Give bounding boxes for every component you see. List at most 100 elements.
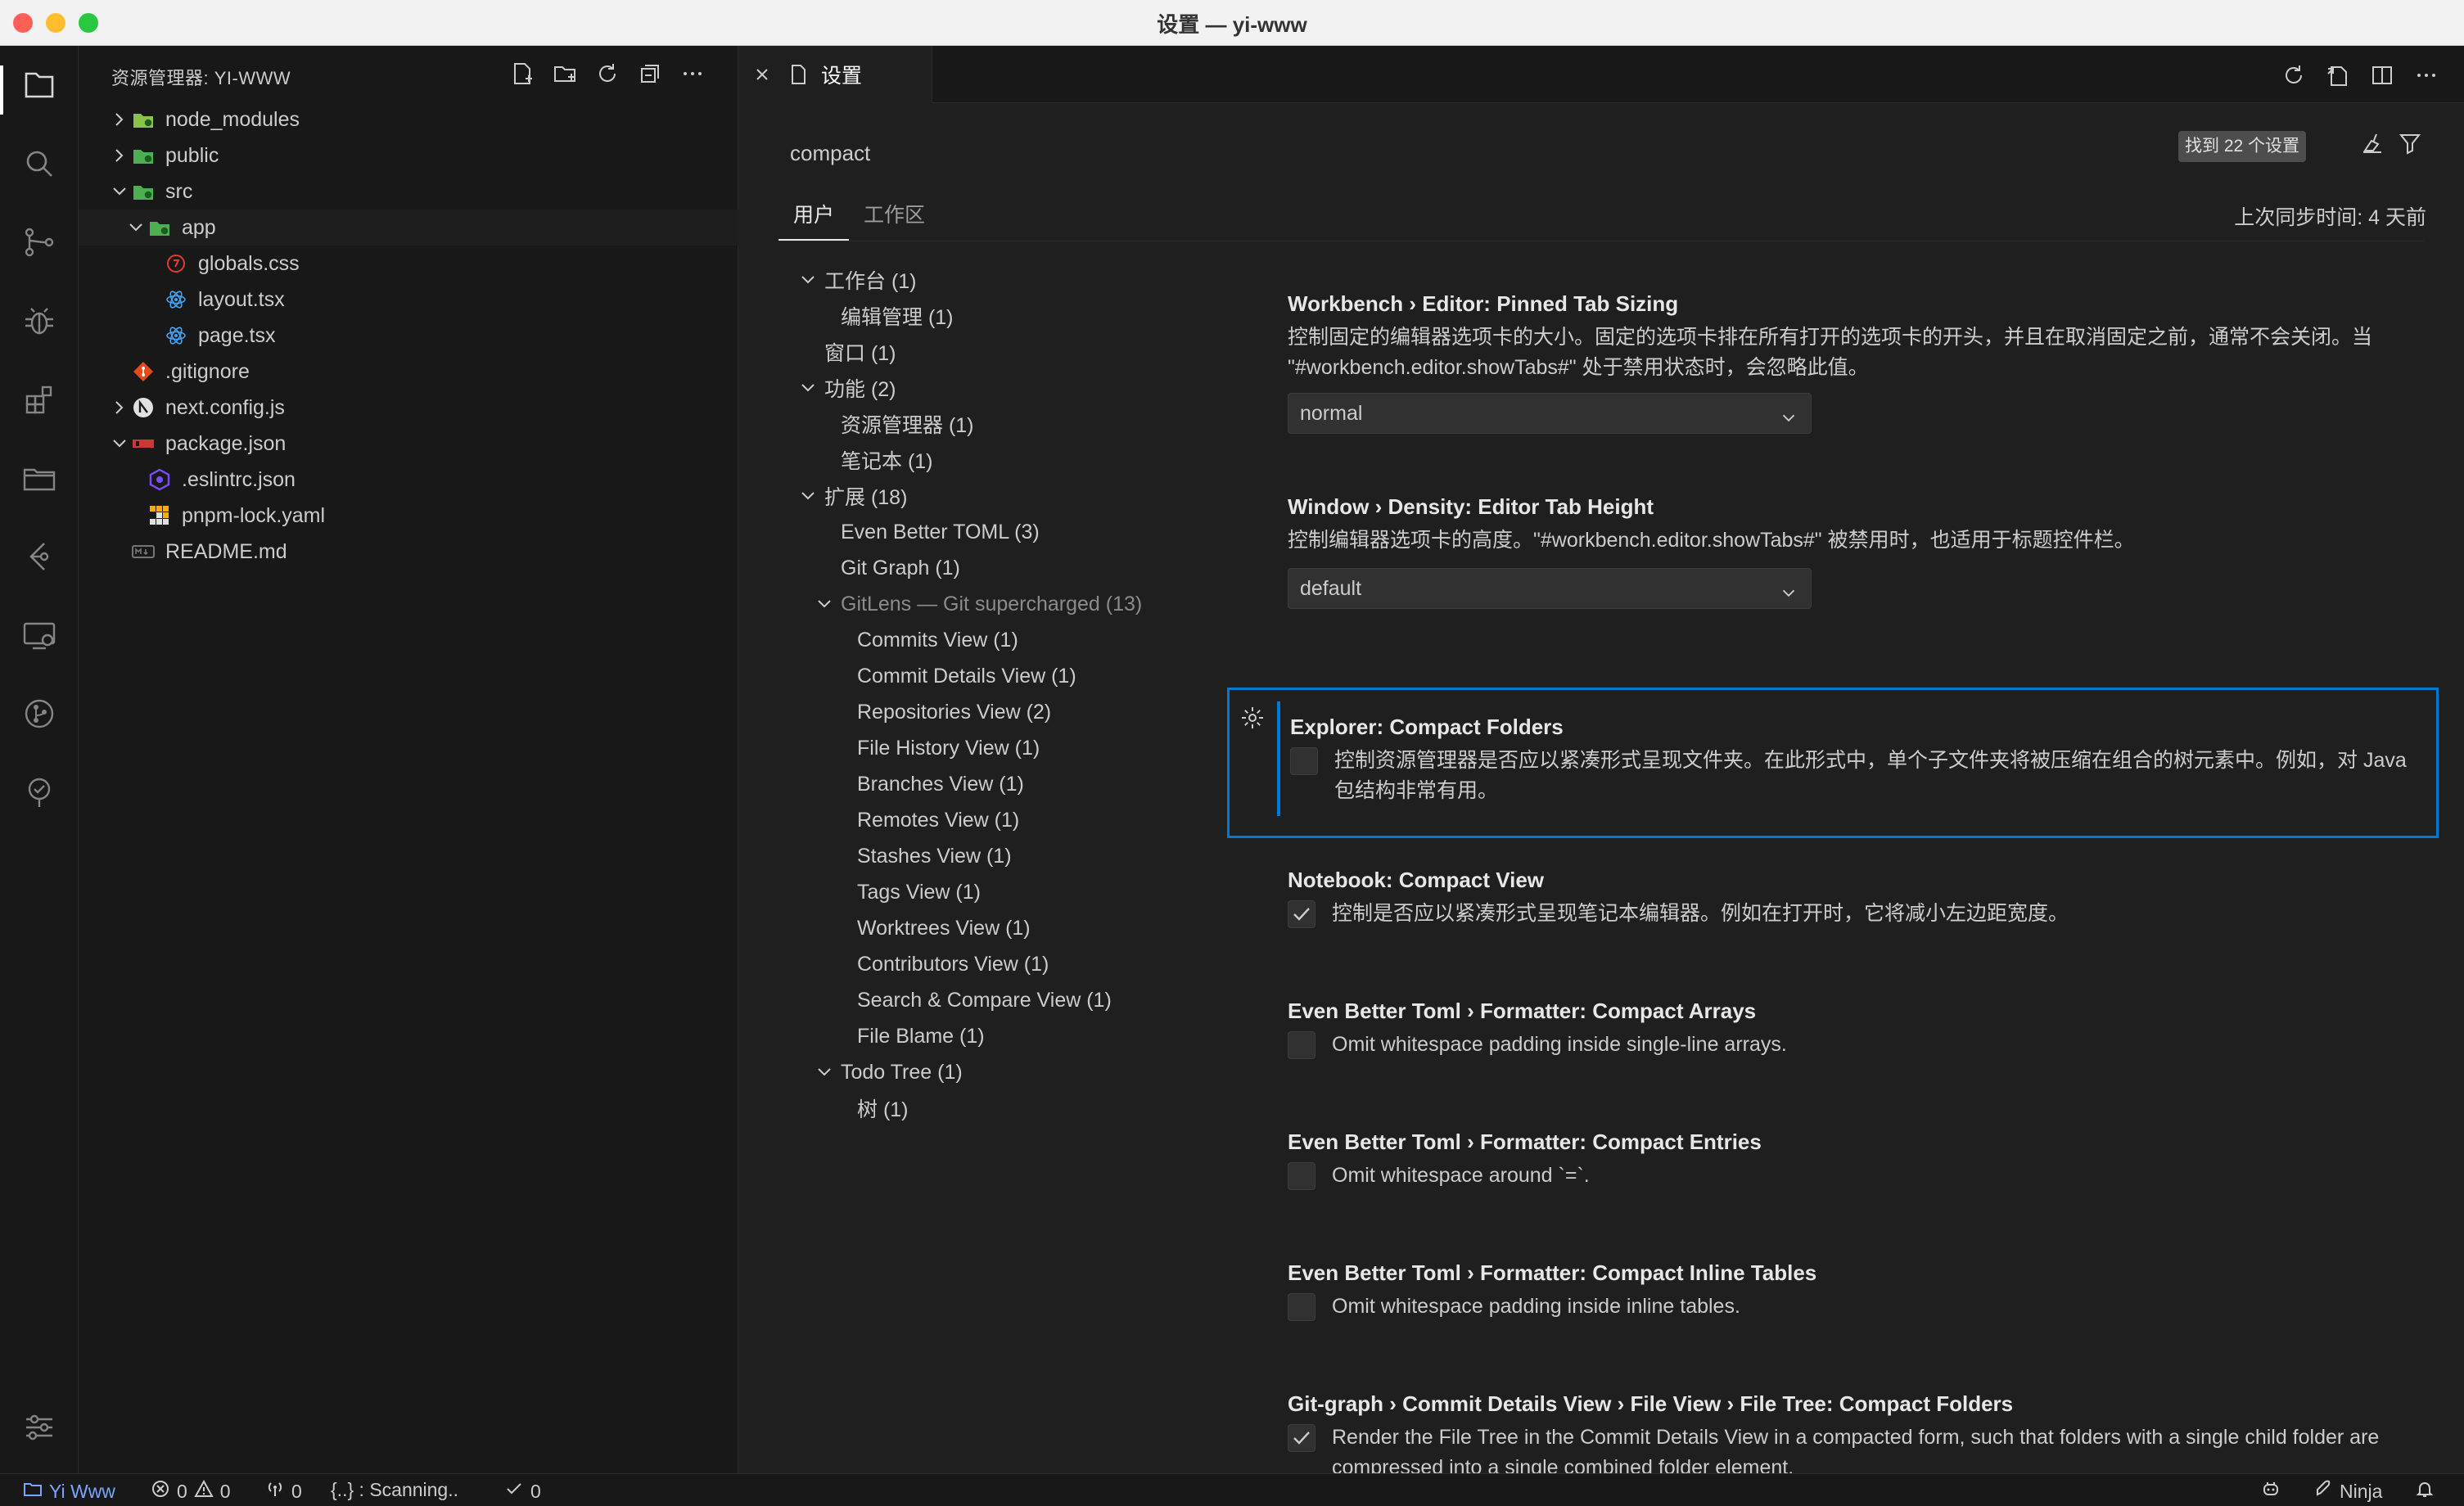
chevron-down-icon[interactable] (813, 1061, 836, 1084)
collapse-all-icon[interactable] (637, 61, 663, 87)
setting-dropdown[interactable]: normal (1288, 393, 1812, 434)
ports-status[interactable]: 0 (265, 1479, 302, 1504)
checks-status[interactable]: 0 (504, 1479, 541, 1504)
toc-item[interactable]: GitLens — Git supercharged (13) (739, 586, 1214, 622)
toc-item[interactable]: Commit Details View (1) (739, 658, 1214, 694)
toc-item[interactable]: 笔记本 (1) (739, 442, 1214, 478)
toc-item[interactable]: Remotes View (1) (739, 802, 1214, 838)
tree-item[interactable]: src (79, 174, 738, 210)
scanning-status[interactable]: {..} : Scanning.. (331, 1479, 458, 1501)
tab-user[interactable]: 用户 (778, 190, 850, 241)
manage-icon[interactable] (20, 1408, 59, 1447)
more-actions-icon[interactable] (2413, 62, 2439, 88)
tree-item[interactable]: .eslintrc.json (79, 462, 738, 498)
extensions-icon[interactable] (20, 380, 59, 419)
tree-item[interactable]: public (79, 138, 738, 174)
toc-item-label: Stashes View (1) (857, 844, 1012, 868)
gitlens-icon[interactable] (20, 537, 59, 576)
setting-checkbox[interactable] (1288, 1031, 1315, 1059)
open-settings-json-icon[interactable] (2325, 62, 2351, 88)
tree-item[interactable]: layout.tsx (79, 282, 738, 318)
tree-item[interactable]: package.json (79, 426, 738, 462)
chevron-down-icon[interactable] (124, 216, 147, 239)
chevron-right-icon[interactable] (108, 396, 131, 419)
file-icon (787, 63, 810, 86)
chevron-right-icon[interactable] (108, 108, 131, 131)
tab-settings[interactable]: 设置 (739, 46, 932, 103)
gear-icon[interactable] (1239, 705, 1266, 731)
toc-item[interactable]: 树 (1) (739, 1090, 1214, 1126)
tree-item[interactable]: page.tsx (79, 318, 738, 354)
chevron-down-icon[interactable] (797, 376, 819, 399)
toc-item[interactable]: Worktrees View (1) (739, 910, 1214, 946)
remote-status[interactable]: Yi Www (23, 1479, 115, 1504)
tree-item[interactable]: pnpm-lock.yaml (79, 498, 738, 534)
toc-item[interactable]: File History View (1) (739, 730, 1214, 766)
error-icon (151, 1479, 170, 1504)
chevron-down-icon[interactable] (108, 180, 131, 203)
toc-item[interactable]: Even Better TOML (3) (739, 514, 1214, 550)
tree-item-label: .gitignore (165, 359, 250, 383)
tab-workspace[interactable]: 工作区 (849, 190, 940, 241)
split-editor-icon[interactable] (2369, 62, 2395, 88)
folder-icon[interactable] (20, 458, 59, 498)
refresh-icon[interactable] (594, 61, 621, 87)
setting-checkbox[interactable] (1288, 1293, 1315, 1321)
chevron-down-icon[interactable] (813, 593, 836, 615)
explorer-icon[interactable] (20, 65, 59, 105)
tree-item[interactable]: node_modules (79, 101, 738, 138)
setting-checkbox[interactable] (1290, 747, 1318, 775)
toc-item[interactable]: 扩展 (18) (739, 478, 1214, 514)
toc-item[interactable]: 窗口 (1) (739, 334, 1214, 370)
chevron-down-icon[interactable] (797, 485, 819, 507)
toc-item[interactable]: Repositories View (2) (739, 694, 1214, 730)
toc-item[interactable]: Todo Tree (1) (739, 1054, 1214, 1090)
git-graph-icon[interactable] (20, 694, 59, 733)
more-actions-icon[interactable] (679, 61, 706, 87)
remote-explorer-icon[interactable] (20, 615, 59, 655)
ninja-status[interactable]: Ninja (2313, 1479, 2382, 1504)
settings-search-input[interactable] (778, 123, 2252, 183)
tree-item[interactable]: next.config.js (79, 390, 738, 426)
toc-item[interactable]: Search & Compare View (1) (739, 982, 1214, 1018)
search-result-count: 找到 22 个设置 (2178, 131, 2307, 162)
source-control-icon[interactable] (20, 223, 59, 262)
debug-icon[interactable] (20, 301, 59, 340)
copilot-status[interactable] (2261, 1479, 2281, 1504)
setting-dropdown[interactable]: default (1288, 568, 1812, 609)
toc-item[interactable]: 工作台 (1) (739, 262, 1214, 298)
chevron-down-icon[interactable] (797, 268, 819, 291)
sync-icon[interactable] (2281, 62, 2307, 88)
todo-tree-icon[interactable] (20, 773, 59, 812)
setting-checkbox[interactable] (1288, 1162, 1315, 1190)
toc-item[interactable]: 功能 (2) (739, 370, 1214, 406)
toc-item[interactable]: Stashes View (1) (739, 838, 1214, 874)
toc-item[interactable]: Commits View (1) (739, 622, 1214, 658)
chevron-right-icon[interactable] (108, 144, 131, 167)
setting-title: Explorer: Compact Folders (1290, 715, 1564, 739)
new-file-icon[interactable] (509, 61, 535, 87)
tree-item[interactable]: app (79, 210, 738, 246)
tree-item[interactable]: .gitignore (79, 354, 738, 390)
search-icon[interactable] (20, 144, 59, 183)
toc-item[interactable]: 资源管理器 (1) (739, 406, 1214, 442)
setting-checkbox[interactable] (1288, 900, 1315, 928)
setting-checkbox[interactable] (1288, 1424, 1315, 1452)
problems-status[interactable]: 0 0 (151, 1479, 231, 1504)
clear-search-icon[interactable] (2360, 131, 2385, 156)
tree-item[interactable]: README.md (79, 534, 738, 570)
close-icon[interactable] (751, 63, 774, 86)
chevron-down-icon[interactable] (108, 432, 131, 455)
toc-item[interactable]: Branches View (1) (739, 766, 1214, 802)
tree-item[interactable]: globals.css (79, 246, 738, 282)
toc-item[interactable]: Tags View (1) (739, 874, 1214, 910)
notifications-status[interactable] (2415, 1479, 2435, 1504)
toc-item[interactable]: File Blame (1) (739, 1018, 1214, 1054)
filter-icon[interactable] (2398, 131, 2422, 156)
toc-item[interactable]: 编辑管理 (1) (739, 298, 1214, 334)
toc-item[interactable]: Git Graph (1) (739, 550, 1214, 586)
warning-count: 0 (219, 1480, 231, 1502)
toc-item[interactable]: Contributors View (1) (739, 946, 1214, 982)
new-folder-icon[interactable] (552, 61, 578, 87)
